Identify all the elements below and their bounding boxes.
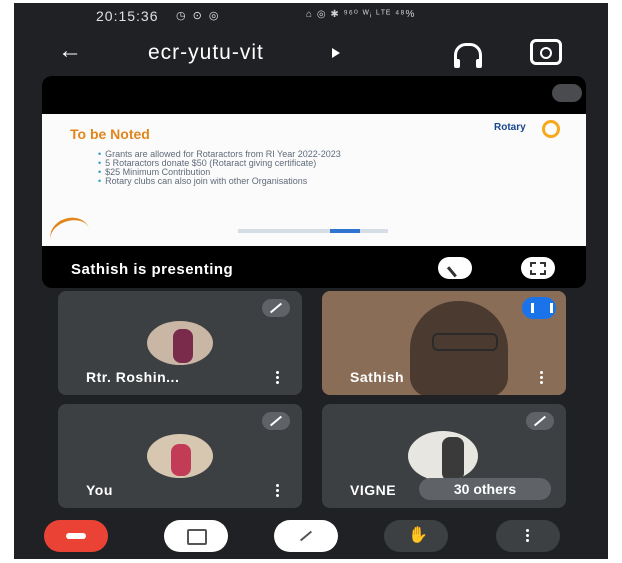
slide-bullet: Rotary clubs can also join with other Or… — [98, 177, 341, 186]
more-options-icon — [526, 529, 530, 543]
end-call-button[interactable] — [44, 520, 108, 552]
avatar — [408, 431, 478, 481]
unpin-button[interactable] — [438, 257, 472, 279]
slide-bullets: Grants are allowed for Rotaractors from … — [98, 150, 341, 186]
participant-tile[interactable]: Sathish — [322, 291, 566, 395]
audio-output-icon[interactable] — [454, 43, 482, 68]
participant-name: You — [86, 482, 113, 498]
meeting-title[interactable]: ecr-yutu-vit — [148, 41, 264, 65]
back-arrow-icon[interactable]: ← — [58, 37, 82, 65]
mic-off-icon — [262, 412, 290, 430]
participant-name: Rtr. Roshin... — [86, 369, 180, 385]
rotary-logo: Rotary — [494, 122, 526, 133]
call-controls — [14, 513, 608, 559]
participant-tile[interactable]: Rtr. Roshin... — [58, 291, 302, 395]
participant-name: Sathish — [350, 369, 405, 385]
rotary-wheel-icon — [542, 120, 560, 138]
presenting-label: Sathish is presenting — [71, 261, 234, 278]
raise-hand-button[interactable] — [384, 520, 448, 552]
status-bar: 20:15:36 ◷ ⊙ ◎ ⌂ ◎ ✱ ⁹⁶⁰ ᵂᵢ ᴸᵀᴱ ⁴⁸% — [14, 3, 608, 29]
slide-footer-bar — [238, 229, 388, 233]
presenter-muted-icon — [552, 84, 582, 102]
others-count-badge[interactable]: 30 others — [419, 478, 551, 500]
meet-screen: 20:15:36 ◷ ⊙ ◎ ⌂ ◎ ✱ ⁹⁶⁰ ᵂᵢ ᴸᵀᴱ ⁴⁸% ← ec… — [14, 3, 608, 559]
speaking-indicator-icon — [522, 297, 556, 319]
slide-decoration — [45, 212, 95, 257]
presentation-tile[interactable]: To be Noted Rotary Grants are allowed fo… — [42, 76, 586, 288]
participant-name: VIGNE — [350, 482, 397, 498]
mic-off-icon — [526, 412, 554, 430]
more-options-button[interactable] — [496, 520, 560, 552]
clock: 20:15:36 — [96, 8, 159, 24]
more-options-icon[interactable] — [540, 371, 544, 385]
switch-camera-icon[interactable] — [530, 39, 562, 65]
mic-off-button[interactable] — [274, 520, 338, 552]
shared-slide: To be Noted Rotary Grants are allowed fo… — [42, 114, 586, 257]
system-icons: ⌂ ◎ ✱ ⁹⁶⁰ ᵂᵢ ᴸᵀᴱ ⁴⁸% — [306, 9, 416, 20]
avatar — [147, 434, 213, 478]
more-options-icon[interactable] — [276, 371, 280, 385]
avatar — [147, 321, 213, 365]
camera-off-button[interactable] — [164, 520, 228, 552]
fullscreen-button[interactable] — [521, 257, 555, 279]
slide-title: To be Noted — [70, 126, 150, 142]
notification-icons: ◷ ⊙ ◎ — [176, 10, 221, 22]
mic-off-icon — [262, 299, 290, 317]
meeting-header: ← ecr-yutu-vit — [14, 33, 608, 73]
participant-tile[interactable]: You — [58, 404, 302, 508]
participant-tile[interactable]: VIGNE 30 others — [322, 404, 566, 508]
more-options-icon[interactable] — [276, 484, 280, 498]
expand-caret-icon[interactable] — [332, 48, 340, 58]
